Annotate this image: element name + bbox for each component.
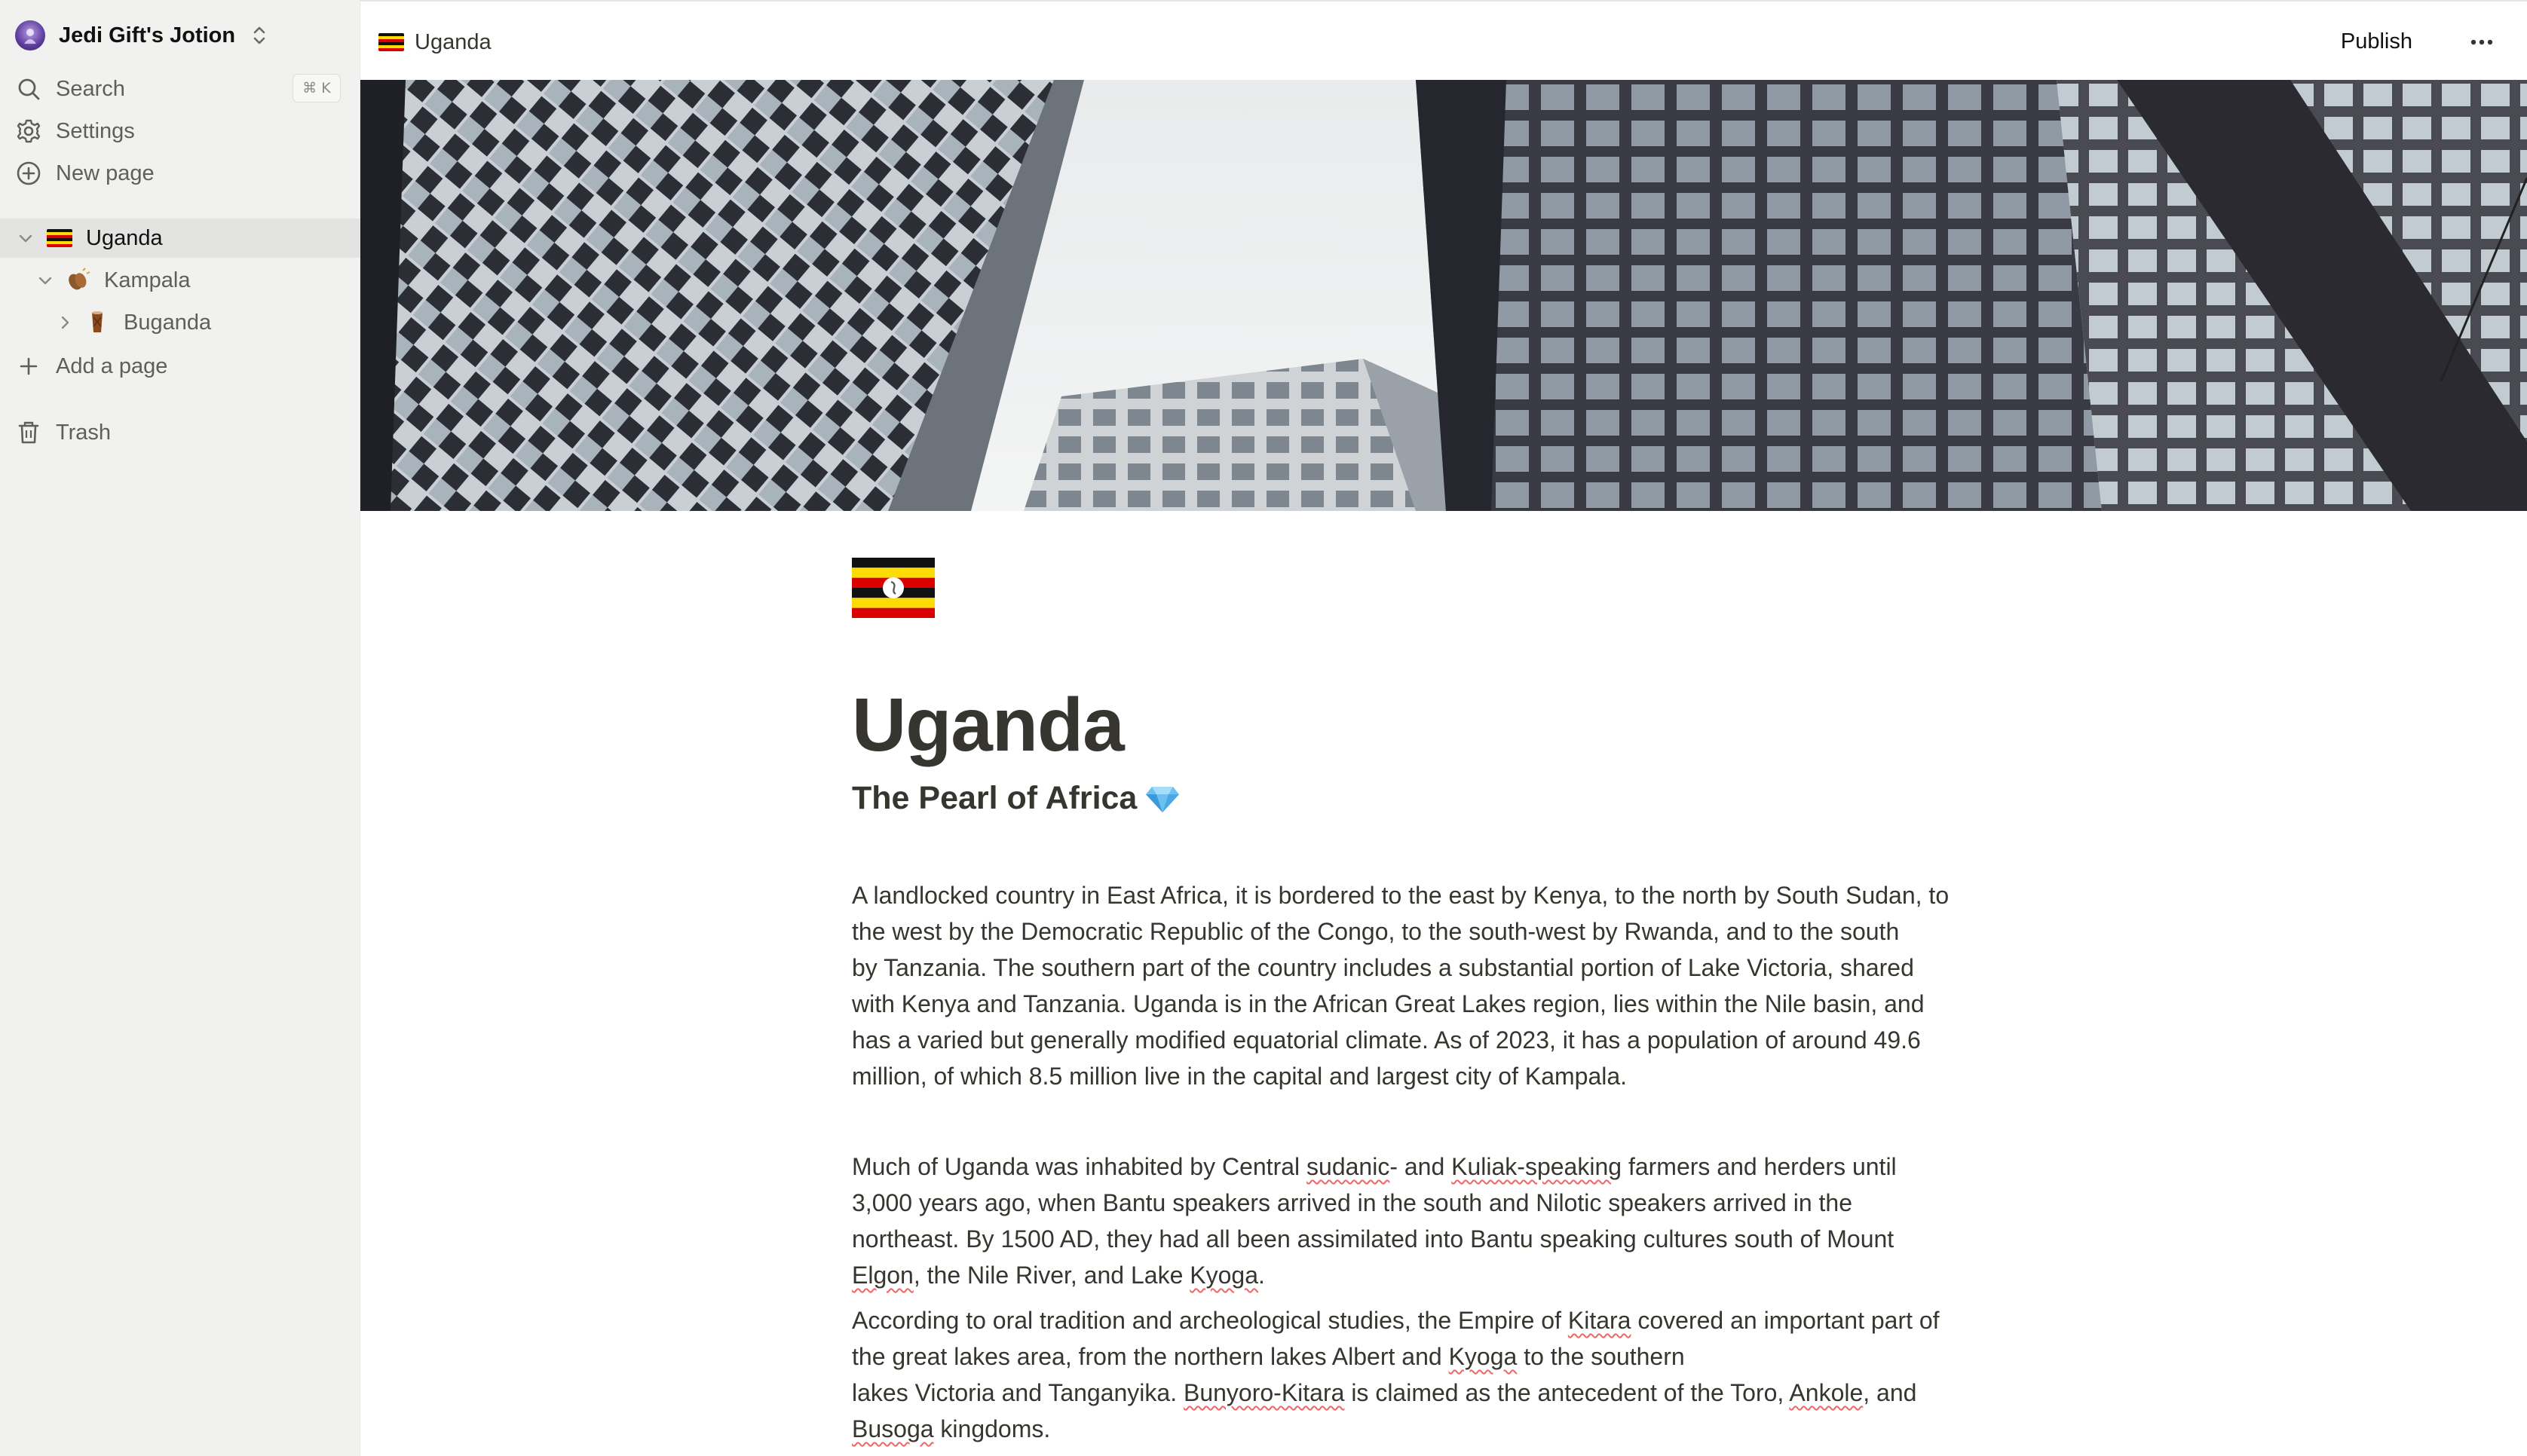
cover-image[interactable]	[360, 80, 2527, 511]
breadcrumb-label: Uganda	[415, 29, 492, 54]
uganda-flag-icon	[47, 229, 72, 247]
chevron-down-icon[interactable]	[36, 271, 54, 289]
drum-icon	[92, 311, 103, 332]
gem-icon	[1146, 786, 1180, 812]
text-line: Much of Uganda was inhabited by Central …	[852, 1149, 2043, 1185]
uganda-flag-page-icon[interactable]	[852, 558, 935, 618]
trash-label: Trash	[56, 420, 112, 445]
chevron-up-down-icon	[253, 26, 265, 44]
text-run: According to oral tradition and archeolo…	[852, 1307, 1568, 1334]
plus-icon	[20, 357, 38, 375]
uganda-flag-icon	[378, 33, 404, 51]
text-line: Busoga kingdoms.	[852, 1411, 2043, 1447]
gear-icon	[17, 119, 41, 143]
page-subtitle[interactable]: The Pearl of Africa	[852, 780, 2043, 817]
misspelled-word[interactable]: Kyoga	[1449, 1343, 1518, 1370]
text-run: to the southern	[1517, 1343, 1685, 1370]
text-line: 3,000 years ago, when Bantu speakers arr…	[852, 1189, 1852, 1216]
text-run: - and	[1389, 1153, 1452, 1180]
text-run: lakes Victoria and Tanganyika.	[852, 1379, 1184, 1406]
page-title[interactable]: Uganda	[852, 684, 2043, 766]
plus-circle-icon	[17, 161, 41, 185]
search-label: Search	[56, 76, 125, 101]
paragraph-1[interactable]: A landlocked country in East Africa, it …	[852, 877, 2043, 1094]
text-line: Elgon, the Nile River, and Lake Kyoga.	[852, 1257, 2043, 1293]
sidebar: Jedi Gift's Jotion Search ⌘ K Settings N…	[0, 0, 360, 1456]
text-run: kingdoms.	[933, 1415, 1051, 1442]
misspelled-word[interactable]: Kyoga	[1190, 1262, 1258, 1289]
trash-icon	[18, 421, 39, 444]
sidebar-item-label: Buganda	[124, 310, 212, 335]
paragraph-2[interactable]: Much of Uganda was inhabited by Central …	[852, 1149, 2043, 1293]
text-line: by Tanzania. The southern part of the co…	[852, 954, 1914, 981]
misspelled-word[interactable]: Kitara	[1568, 1307, 1631, 1334]
search-button[interactable]: Search	[15, 71, 125, 107]
text-line: the west by the Democratic Republic of t…	[852, 918, 1900, 945]
page-content: Uganda The Pearl of Africa A landlocked …	[852, 558, 2043, 1447]
sidebar-item-uganda[interactable]: Uganda	[0, 219, 360, 258]
misspelled-word[interactable]: Kuliak-speaking	[1451, 1153, 1622, 1180]
misspelled-word[interactable]: Busoga	[852, 1415, 934, 1442]
text-line: According to oral tradition and archeolo…	[852, 1302, 2043, 1338]
text-run: , the Nile River, and Lake	[913, 1262, 1190, 1289]
misspelled-word[interactable]: Bunyoro-Kitara	[1184, 1379, 1344, 1406]
publish-button[interactable]: Publish	[2341, 24, 2412, 59]
trash-button[interactable]: Trash	[15, 414, 111, 451]
new-page-button[interactable]: New page	[15, 155, 155, 191]
settings-button[interactable]: Settings	[15, 113, 135, 149]
text-run: is claimed as the antecedent of the Toro…	[1344, 1379, 1790, 1406]
settings-label: Settings	[56, 118, 135, 143]
misspelled-word[interactable]: Ankole	[1789, 1379, 1863, 1406]
search-icon	[18, 78, 40, 100]
topbar: Uganda Publish	[360, 0, 2527, 80]
text-run: farmers and herders until	[1622, 1153, 1897, 1180]
text-line: northeast. By 1500 AD, they had all been…	[852, 1225, 1894, 1253]
text-line: lakes Victoria and Tanganyika. Bunyoro-K…	[852, 1375, 2043, 1411]
text-line: million, of which 8.5 million live in th…	[852, 1063, 1628, 1090]
text-line: with Kenya and Tanzania. Uganda is in th…	[852, 990, 1925, 1017]
text-run: .	[1258, 1262, 1265, 1289]
clapping-hands-icon	[69, 268, 90, 290]
text-run: Much of Uganda was inhabited by Central	[852, 1153, 1307, 1180]
add-page-label: Add a page	[56, 353, 168, 378]
add-page-button[interactable]: Add a page	[15, 348, 167, 384]
text-line: has a varied but generally modified equa…	[852, 1026, 1921, 1054]
more-options-button[interactable]	[2467, 27, 2497, 57]
search-shortcut: ⌘ K	[293, 74, 341, 102]
misspelled-word[interactable]: Elgon	[852, 1262, 914, 1289]
workspace-switcher[interactable]: Jedi Gift's Jotion	[15, 18, 270, 53]
new-page-label: New page	[56, 161, 155, 185]
sidebar-item-kampala[interactable]: Kampala	[0, 261, 360, 300]
text-run: the great lakes area, from the northern …	[852, 1343, 1449, 1370]
subtitle-text: The Pearl of Africa	[852, 780, 1138, 816]
chevron-right-icon[interactable]	[56, 314, 74, 332]
skyscrapers-cover-illustration	[360, 80, 2527, 511]
more-horizontal-icon	[2470, 39, 2493, 45]
sidebar-item-buganda[interactable]: Buganda	[0, 303, 360, 342]
text-line: A landlocked country in East Africa, it …	[852, 882, 1950, 909]
chevron-down-icon[interactable]	[17, 229, 35, 247]
workspace-avatar	[15, 20, 45, 50]
workspace-name: Jedi Gift's Jotion	[59, 23, 236, 47]
paragraph-3[interactable]: According to oral tradition and archeolo…	[852, 1302, 2043, 1447]
text-line: the great lakes area, from the northern …	[852, 1338, 2043, 1375]
misspelled-word[interactable]: sudanic	[1306, 1153, 1389, 1180]
breadcrumb[interactable]: Uganda	[378, 26, 492, 59]
text-run: covered an important part of	[1631, 1307, 1940, 1334]
sidebar-item-label: Kampala	[104, 268, 191, 292]
sidebar-item-label: Uganda	[86, 225, 163, 250]
text-run: , and	[1863, 1379, 1917, 1406]
